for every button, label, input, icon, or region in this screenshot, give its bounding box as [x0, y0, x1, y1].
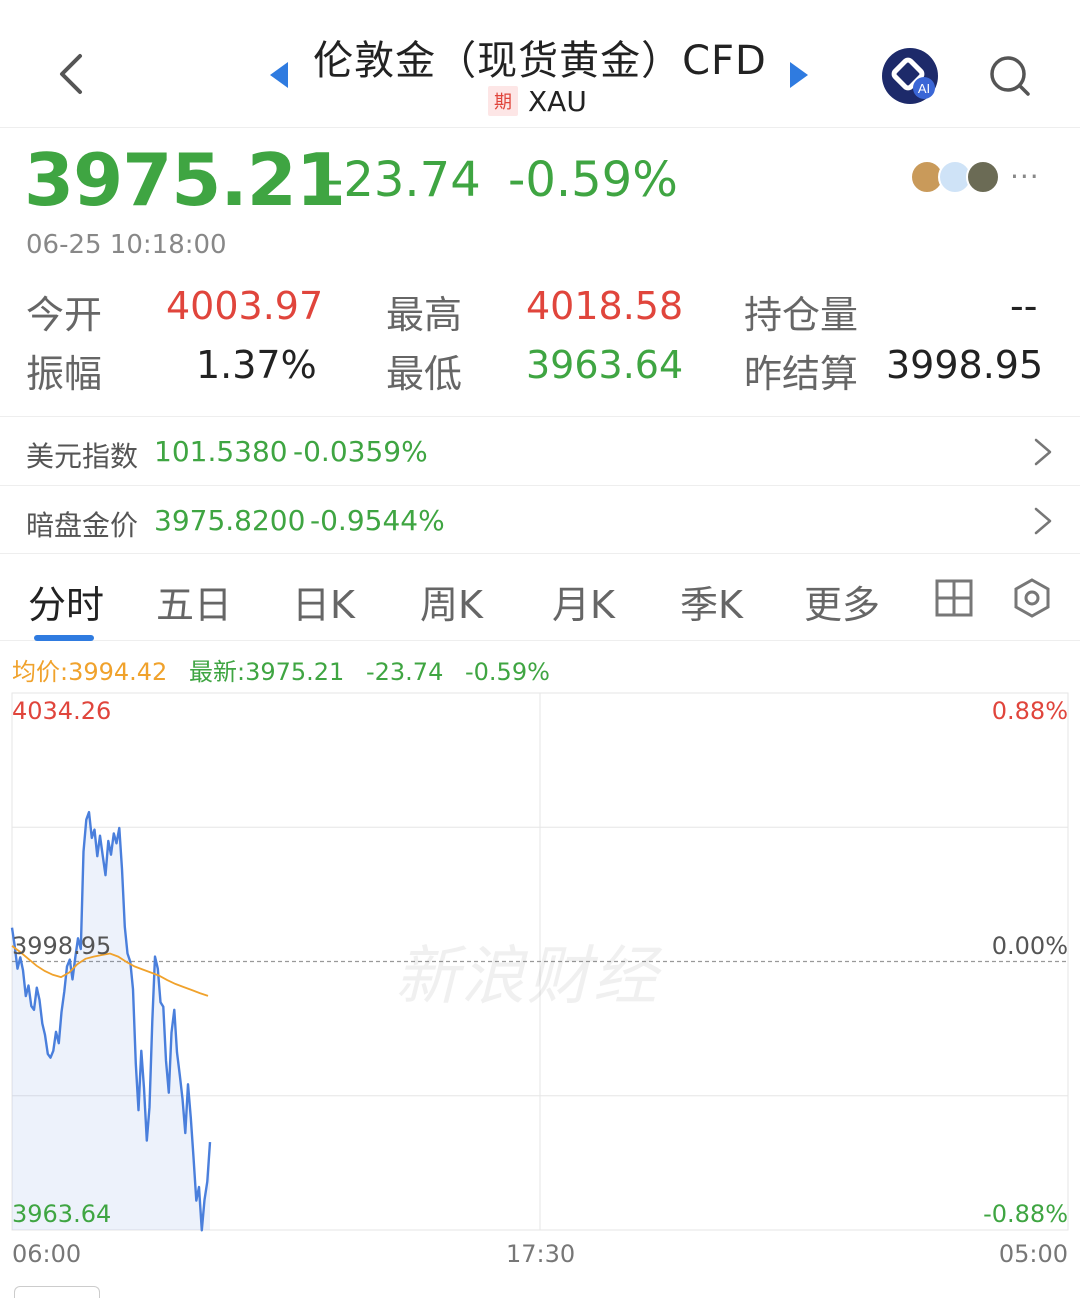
settings-gear-icon[interactable] — [1012, 578, 1052, 618]
avatar — [966, 160, 1000, 194]
symbol-subtitle: 期 XAU — [488, 84, 587, 118]
price-change: -23.74 — [326, 152, 481, 208]
page-title: 伦敦金（现货黄金）CFD — [313, 38, 767, 84]
y-tick-left-baseline: 3998.95 — [12, 932, 112, 960]
related-name: 美元指数 — [26, 440, 139, 473]
open-interest-label: 持仓量 — [744, 293, 859, 337]
next-symbol-arrow-icon[interactable] — [790, 62, 808, 88]
community-avatars[interactable] — [910, 160, 1000, 196]
header-bar: 伦敦金（现货黄金）CFD 期 XAU AI — [0, 0, 1080, 128]
tab-quarterly-k[interactable]: 季K — [680, 574, 743, 629]
amplitude-label: 振幅 — [26, 352, 103, 396]
tab-five-day[interactable]: 五日 — [156, 574, 232, 629]
related-value: 3975.8200 — [154, 504, 306, 537]
watermark: 新浪财经 — [395, 940, 659, 1014]
back-arrow-icon[interactable] — [50, 48, 94, 100]
last-price: 3975.21 — [24, 138, 346, 222]
prev-symbol-arrow-icon[interactable] — [270, 62, 288, 88]
tab-weekly-k[interactable]: 周K — [420, 574, 483, 629]
tab-monthly-k[interactable]: 月K — [552, 574, 615, 629]
low-label: 最低 — [386, 352, 463, 396]
symbol-code: XAU — [528, 84, 587, 118]
amplitude-value: 1.37% — [196, 343, 317, 387]
legend-change: -23.74 — [365, 658, 444, 686]
y-tick-right-max: 0.88% — [991, 697, 1068, 725]
related-row-dark-gold[interactable]: 暗盘金价 3975.8200 -0.9544% — [0, 485, 1080, 553]
tab-intraday[interactable]: 分时 — [28, 574, 104, 629]
y-tick-right-min: -0.88% — [983, 1200, 1068, 1228]
x-tick-end: 05:00 — [998, 1240, 1068, 1268]
open-interest-value: -- — [1010, 284, 1038, 328]
related-percent: -0.0359% — [293, 435, 428, 468]
ai-assistant-icon[interactable]: AI — [880, 46, 940, 106]
y-tick-left-max: 4034.26 — [12, 697, 112, 725]
open-label: 今开 — [26, 293, 103, 337]
more-options-icon[interactable]: ··· — [1010, 160, 1040, 193]
prev-settle-value: 3998.95 — [886, 343, 1044, 387]
chevron-right-icon — [1034, 438, 1052, 466]
x-tick-start: 06:00 — [12, 1240, 82, 1268]
legend-latest-price: 最新:3975.21 — [188, 658, 345, 686]
y-tick-left-min: 3963.64 — [12, 1200, 112, 1228]
layout-grid-icon[interactable] — [934, 578, 974, 618]
chevron-right-icon — [1034, 507, 1052, 535]
prev-settle-label: 昨结算 — [744, 352, 859, 396]
tab-daily-k[interactable]: 日K — [292, 574, 355, 629]
low-value: 3963.64 — [526, 343, 684, 387]
related-row-dollar-index[interactable]: 美元指数 101.5380 -0.0359% — [0, 416, 1080, 484]
legend-change-percent: -0.59% — [464, 658, 550, 686]
related-name: 暗盘金价 — [26, 509, 139, 542]
bottom-panel-tab[interactable] — [14, 1286, 100, 1298]
price-change-percent: -0.59% — [508, 152, 678, 208]
y-tick-right-zero: 0.00% — [991, 932, 1068, 960]
tab-more[interactable]: 更多 — [804, 574, 880, 629]
high-label: 最高 — [386, 293, 463, 337]
high-value: 4018.58 — [526, 284, 684, 328]
futures-tag: 期 — [488, 86, 518, 116]
search-icon[interactable] — [986, 52, 1034, 100]
active-tab-indicator — [34, 635, 94, 641]
svg-text:AI: AI — [918, 81, 930, 96]
chart-period-tabs: 分时 五日 日K 周K 月K 季K 更多 — [0, 553, 1080, 641]
open-value: 4003.97 — [166, 284, 324, 328]
legend-average-price: 均价:3994.42 — [12, 658, 168, 686]
chart-legend: 均价:3994.42 最新:3975.21 -23.74 -0.59% — [12, 652, 564, 687]
quote-timestamp: 06-25 10:18:00 — [26, 230, 227, 260]
related-percent: -0.9544% — [310, 504, 445, 537]
related-value: 101.5380 — [154, 435, 288, 468]
x-tick-mid: 17:30 — [506, 1240, 576, 1268]
